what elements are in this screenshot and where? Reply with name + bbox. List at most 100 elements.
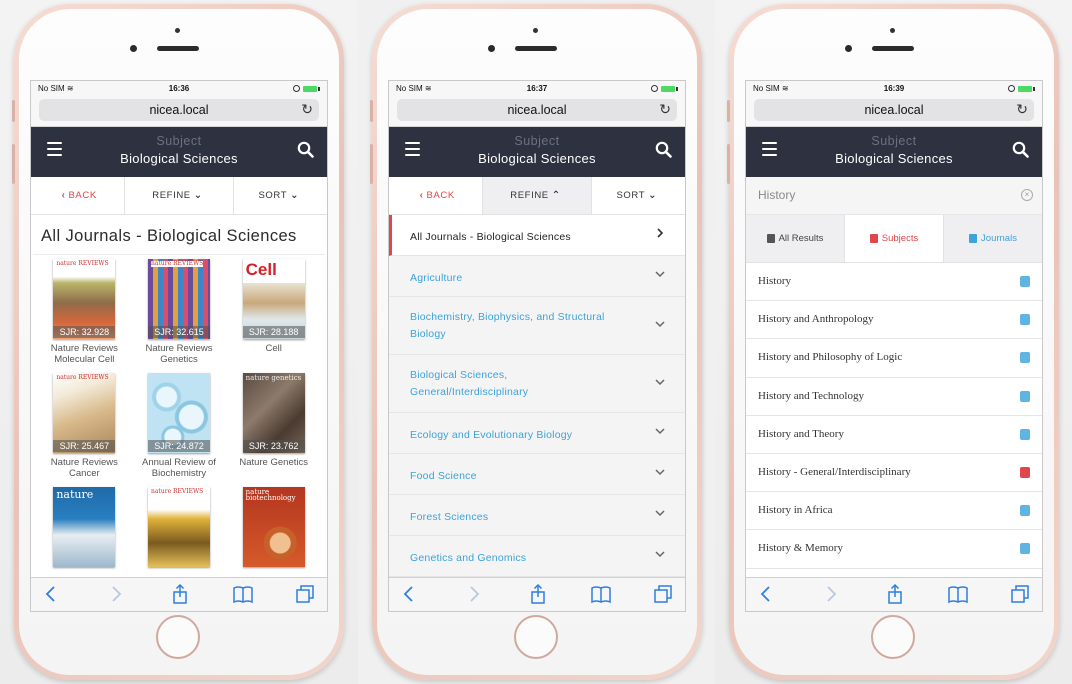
search-icon[interactable]: [297, 141, 314, 158]
address-field[interactable]: nicea.local ↻: [754, 99, 1034, 121]
chevron-left-icon: ‹: [419, 190, 424, 201]
chevron-down-icon: [655, 379, 665, 386]
screen-journals: No SIM ≋ 16:36 nicea.local ↻ Subject Bio…: [30, 80, 328, 612]
category-item[interactable]: Agriculture: [389, 256, 685, 297]
back-arrow-icon[interactable]: [756, 584, 776, 604]
clear-search-icon[interactable]: ×: [1021, 189, 1033, 201]
bookmarks-icon[interactable]: [591, 584, 611, 604]
share-icon[interactable]: [528, 584, 548, 604]
bookmarks-icon[interactable]: [233, 584, 253, 604]
filter-toolbar: ‹ BACK REFINE ⌃ SORT ⌄: [389, 177, 685, 215]
app-header: Subject Biological Sciences: [746, 127, 1042, 177]
earpiece-speaker: [157, 46, 199, 51]
safari-url-bar: nicea.local ↻: [746, 97, 1042, 127]
list-item[interactable]: History and Anthropology: [746, 301, 1042, 340]
filter-toolbar: ‹ BACK REFINE ⌄ SORT ⌄: [31, 177, 327, 215]
back-button[interactable]: ‹ BACK: [31, 177, 126, 214]
journal-card[interactable]: nature REVIEWS SJR: 32.615 Nature Review…: [132, 259, 227, 365]
journal-card[interactable]: nature REVIEWS: [132, 487, 227, 567]
home-button[interactable]: [156, 615, 200, 659]
journal-name: Cell: [265, 343, 282, 354]
home-button[interactable]: [871, 615, 915, 659]
journal-card[interactable]: SJR: 24.872 Annual Review of Biochemistr…: [132, 373, 227, 479]
url-text: nicea.local: [507, 103, 567, 117]
journal-card[interactable]: Cell SJR: 28.188 Cell: [226, 259, 321, 365]
forward-arrow-icon[interactable]: [464, 584, 484, 604]
search-input[interactable]: History ×: [746, 177, 1042, 215]
share-icon[interactable]: [885, 584, 905, 604]
journal-cover: nature REVIEWS SJR: 32.615: [147, 259, 210, 339]
tab-all-results[interactable]: All Results: [746, 215, 845, 262]
chevron-down-icon: [655, 551, 665, 558]
proximity-sensor: [533, 28, 538, 33]
journal-card[interactable]: nature REVIEWS SJR: 32.928 Nature Review…: [37, 259, 132, 365]
sjr-badge: SJR: 28.188: [242, 326, 305, 338]
front-camera: [488, 45, 495, 52]
list-item[interactable]: History and Theory: [746, 416, 1042, 454]
list-item[interactable]: History: [746, 263, 1042, 302]
category-item[interactable]: Genetics and Genomics: [389, 536, 685, 577]
refine-button[interactable]: REFINE ⌄: [125, 177, 234, 214]
safari-bottom-toolbar: [389, 577, 685, 611]
journal-card[interactable]: nature genetics SJR: 23.762 Nature Genet…: [226, 373, 321, 479]
clock: 16:36: [168, 84, 190, 93]
book-icon: [1020, 314, 1030, 326]
chevron-down-icon: [655, 510, 665, 517]
category-item[interactable]: Ecology and Evolutionary Biology: [389, 413, 685, 454]
earpiece-speaker: [515, 46, 557, 51]
safari-bottom-toolbar: [746, 577, 1042, 611]
refine-button[interactable]: REFINE ⌃: [483, 177, 592, 214]
home-button[interactable]: [514, 615, 558, 659]
list-item[interactable]: History & Memory: [746, 530, 1042, 569]
address-field[interactable]: nicea.local ↻: [39, 99, 319, 121]
journal-cover: nature REVIEWS: [147, 487, 210, 567]
book-icon: [1020, 390, 1030, 402]
journal-card[interactable]: nature biotechnology: [226, 487, 321, 567]
list-item[interactable]: History and Philosophy of Logic: [746, 339, 1042, 378]
safari-bottom-toolbar: [31, 577, 327, 611]
tabs-icon[interactable]: [1010, 584, 1030, 604]
category-item[interactable]: Biological Sciences, General/Interdiscip…: [389, 355, 685, 413]
reload-icon[interactable]: ↻: [301, 101, 313, 118]
earpiece-speaker: [872, 46, 914, 51]
tab-subjects[interactable]: Subjects: [845, 215, 944, 262]
category-item[interactable]: Forest Sciences: [389, 495, 685, 536]
reload-icon[interactable]: ↻: [1016, 101, 1028, 118]
list-item[interactable]: History - General/Interdisciplinary: [746, 454, 1042, 493]
back-button[interactable]: ‹ BACK: [389, 177, 484, 214]
screen-search: No SIM ≋ 16:39 nicea.local ↻ Subject Bio…: [745, 80, 1043, 612]
list-item[interactable]: History in Africa: [746, 492, 1042, 531]
bookmarks-icon[interactable]: [948, 584, 968, 604]
search-icon[interactable]: [1012, 141, 1029, 158]
category-item[interactable]: Food Science: [389, 454, 685, 495]
safari-url-bar: nicea.local ↻: [389, 97, 685, 127]
back-arrow-icon[interactable]: [41, 584, 61, 604]
chevron-up-icon: ⌃: [551, 190, 561, 201]
journal-cover: nature REVIEWS SJR: 25.467: [53, 373, 116, 453]
subject-title: Biological Sciences: [478, 151, 596, 166]
forward-arrow-icon[interactable]: [106, 584, 126, 604]
journal-cover: nature: [53, 487, 116, 567]
chevron-down-icon: [655, 321, 665, 328]
volume-up-button: [12, 144, 15, 184]
list-item[interactable]: History and Technology: [746, 378, 1042, 416]
reload-icon[interactable]: ↻: [659, 101, 671, 118]
journal-name: Annual Review of Biochemistry: [142, 457, 216, 479]
tab-journals[interactable]: Journals: [944, 215, 1042, 262]
tabs-icon[interactable]: [653, 584, 673, 604]
mute-switch: [12, 100, 15, 122]
forward-arrow-icon[interactable]: [821, 584, 841, 604]
back-arrow-icon[interactable]: [399, 584, 419, 604]
tabs-icon[interactable]: [295, 584, 315, 604]
sjr-badge: SJR: 32.615: [147, 326, 210, 338]
journal-card[interactable]: nature REVIEWS SJR: 25.467 Nature Review…: [37, 373, 132, 479]
search-icon[interactable]: [655, 141, 672, 158]
sort-button[interactable]: SORT ⌄: [592, 177, 685, 214]
category-item-all[interactable]: All Journals - Biological Sciences: [389, 215, 685, 256]
address-field[interactable]: nicea.local ↻: [397, 99, 677, 121]
share-icon[interactable]: [170, 584, 190, 604]
sort-button[interactable]: SORT ⌄: [234, 177, 327, 214]
journal-cover: nature genetics SJR: 23.762: [242, 373, 305, 453]
category-item[interactable]: Biochemistry, Biophysics, and Structural…: [389, 297, 685, 355]
journal-card[interactable]: nature: [37, 487, 132, 567]
